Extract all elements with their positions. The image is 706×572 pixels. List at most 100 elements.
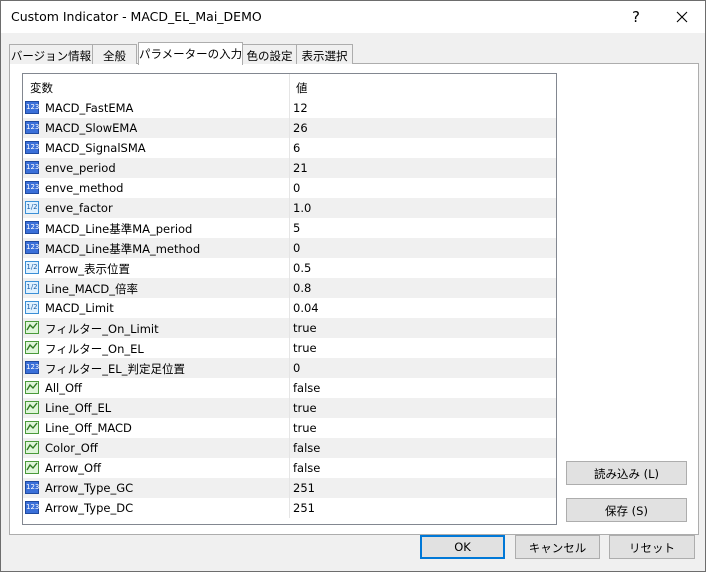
tab-general[interactable]: 全般: [92, 44, 137, 64]
parameter-row[interactable]: 123 enve_method 0: [23, 178, 556, 198]
parameter-value[interactable]: true: [293, 341, 317, 355]
cell-divider: [289, 498, 290, 518]
parameter-value[interactable]: 0: [293, 241, 300, 255]
int-icon: 123: [25, 361, 39, 374]
tab-colors[interactable]: 色の設定: [242, 44, 297, 64]
cell-divider: [289, 418, 290, 438]
cell-divider: [289, 238, 290, 258]
parameter-row[interactable]: 123 フィルター_EL_判定足位置 0: [23, 358, 556, 378]
parameter-name: MACD_Limit: [45, 301, 114, 315]
parameter-name: Arrow_Type_GC: [45, 481, 134, 495]
grid-header: 変数 値: [23, 74, 556, 98]
bool-icon: [25, 401, 39, 414]
parameter-row[interactable]: 1/2 enve_factor 1.0: [23, 198, 556, 218]
parameter-name: Arrow_Off: [45, 461, 102, 475]
save-button[interactable]: 保存 (S): [566, 498, 687, 522]
parameter-value[interactable]: 251: [293, 501, 315, 515]
parameter-row[interactable]: Arrow_Off false: [23, 458, 556, 478]
parameter-value[interactable]: 0.04: [293, 301, 319, 315]
parameter-row[interactable]: Color_Off false: [23, 438, 556, 458]
column-header-value[interactable]: 値: [296, 80, 308, 96]
parameter-value[interactable]: true: [293, 421, 317, 435]
parameter-row[interactable]: フィルター_On_Limit true: [23, 318, 556, 338]
parameter-row[interactable]: 1/2 Arrow_表示位置 0.5: [23, 258, 556, 278]
parameter-row[interactable]: 123 MACD_FastEMA 12: [23, 98, 556, 118]
cancel-button[interactable]: キャンセル: [515, 535, 600, 559]
parameter-row[interactable]: 1/2 Line_MACD_倍率 0.8: [23, 278, 556, 298]
parameter-value[interactable]: true: [293, 401, 317, 415]
parameters-grid[interactable]: 変数 値 123 MACD_FastEMA 12 123 MACD_SlowEMA 26 1…: [22, 73, 557, 525]
reset-button[interactable]: リセット: [609, 535, 695, 559]
int-icon: 123: [25, 241, 39, 254]
int-icon: 123: [25, 221, 39, 234]
parameter-value[interactable]: 0: [293, 181, 300, 195]
int-icon: 123: [25, 181, 39, 194]
parameter-row[interactable]: 123 MACD_Line基準MA_method 0: [23, 238, 556, 258]
parameter-value[interactable]: 0: [293, 361, 300, 375]
parameter-name: Color_Off: [45, 441, 98, 455]
parameter-value[interactable]: false: [293, 381, 320, 395]
close-button[interactable]: [659, 1, 705, 33]
parameter-row[interactable]: 123 Arrow_Type_GC 251: [23, 478, 556, 498]
parameter-name: enve_method: [45, 181, 124, 195]
parameter-value[interactable]: 0.5: [293, 261, 311, 275]
cell-divider: [289, 358, 290, 378]
parameter-value[interactable]: 5: [293, 221, 300, 235]
parameter-row[interactable]: 123 MACD_Line基準MA_period 5: [23, 218, 556, 238]
parameter-value[interactable]: 26: [293, 121, 308, 135]
parameter-name: enve_factor: [45, 201, 113, 215]
parameter-name: MACD_SignalSMA: [45, 141, 146, 155]
cell-divider: [289, 158, 290, 178]
close-icon: [676, 11, 688, 23]
bool-icon: [25, 461, 39, 474]
double-icon: 1/2: [25, 201, 39, 214]
tab-version-info[interactable]: バージョン情報: [9, 44, 93, 64]
parameter-row[interactable]: Line_Off_MACD true: [23, 418, 556, 438]
parameter-value[interactable]: 21: [293, 161, 308, 175]
parameter-value[interactable]: 6: [293, 141, 300, 155]
parameter-row[interactable]: 1/2 MACD_Limit 0.04: [23, 298, 556, 318]
bool-icon: [25, 321, 39, 334]
cell-divider: [289, 118, 290, 138]
ok-button[interactable]: OK: [420, 535, 505, 559]
column-header-variable[interactable]: 変数: [30, 80, 53, 96]
parameter-row[interactable]: 123 Arrow_Type_DC 251: [23, 498, 556, 518]
parameter-name: フィルター_EL_判定足位置: [45, 362, 185, 376]
parameter-name: Line_Off_EL: [45, 401, 112, 415]
tab-visualization[interactable]: 表示選択: [296, 44, 353, 64]
parameter-name: フィルター_On_EL: [45, 342, 144, 356]
bool-icon: [25, 341, 39, 354]
column-divider[interactable]: [289, 74, 290, 98]
title-bar[interactable]: Custom Indicator - MACD_EL_Mai_DEMO ?: [1, 1, 705, 33]
parameter-value[interactable]: false: [293, 461, 320, 475]
parameter-name: MACD_Line基準MA_method: [45, 242, 201, 256]
int-icon: 123: [25, 161, 39, 174]
parameter-row[interactable]: 123 MACD_SignalSMA 6: [23, 138, 556, 158]
int-icon: 123: [25, 481, 39, 494]
parameter-name: All_Off: [45, 381, 82, 395]
tab-inputs[interactable]: パラメーターの入力: [138, 42, 243, 65]
help-icon: ?: [632, 8, 640, 26]
parameter-value[interactable]: 1.0: [293, 201, 311, 215]
parameter-value[interactable]: 12: [293, 101, 308, 115]
cell-divider: [289, 258, 290, 278]
dialog-window: Custom Indicator - MACD_EL_Mai_DEMO ? バー…: [0, 0, 706, 572]
parameter-value[interactable]: 251: [293, 481, 315, 495]
cell-divider: [289, 338, 290, 358]
parameter-row[interactable]: フィルター_On_EL true: [23, 338, 556, 358]
cell-divider: [289, 378, 290, 398]
parameter-value[interactable]: true: [293, 321, 317, 335]
parameter-row[interactable]: Line_Off_EL true: [23, 398, 556, 418]
bool-icon: [25, 381, 39, 394]
help-button[interactable]: ?: [613, 1, 659, 33]
parameter-name: enve_period: [45, 161, 116, 175]
parameter-row[interactable]: 123 enve_period 21: [23, 158, 556, 178]
parameter-row[interactable]: 123 MACD_SlowEMA 26: [23, 118, 556, 138]
cell-divider: [289, 438, 290, 458]
parameter-value[interactable]: 0.8: [293, 281, 311, 295]
parameter-value[interactable]: false: [293, 441, 320, 455]
load-button[interactable]: 読み込み (L): [566, 461, 687, 485]
parameter-name: Arrow_Type_DC: [45, 501, 134, 515]
cell-divider: [289, 278, 290, 298]
parameter-row[interactable]: All_Off false: [23, 378, 556, 398]
